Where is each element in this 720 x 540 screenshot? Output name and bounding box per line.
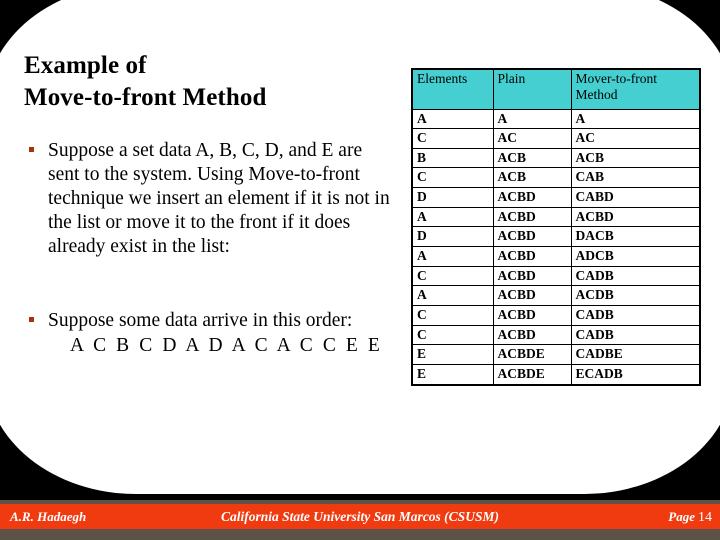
cell-plain: ACBD: [492, 285, 572, 307]
move-to-front-table-container: Elements Plain Mover-to-front Method AAA…: [411, 68, 701, 386]
cell-plain: ACBD: [492, 187, 572, 208]
table-header: Elements Plain Mover-to-front Method: [411, 68, 701, 110]
cell-mover-to-front: AC: [570, 128, 701, 149]
page-title: Example of Move-to-front Method: [24, 50, 396, 113]
cell-plain: AC: [492, 128, 572, 149]
cell-mover-to-front: CADB: [570, 265, 701, 287]
table-body: A A A C AC AC B ACB ACB C ACB CAB D ACBD CABD A ACBD ACBD…: [411, 108, 701, 386]
footer-page-number: 14: [698, 510, 712, 525]
table-header-row: Elements Plain Mover-to-front Method: [411, 68, 701, 110]
cell-mover-to-front: DACB: [570, 226, 701, 248]
cell-elements: D: [411, 226, 494, 248]
cell-plain: ACBD: [492, 206, 572, 228]
table-row: B ACB ACB: [411, 147, 701, 169]
cell-mover-to-front: ACB: [570, 147, 701, 169]
slide-canvas: Example of Move-to-front Method Suppose …: [0, 0, 720, 540]
cell-mover-to-front: ACBD: [570, 206, 701, 228]
page-title-line-1: Example of: [24, 52, 147, 79]
bullet-dot-icon: [29, 147, 34, 152]
cell-elements: C: [411, 324, 494, 346]
cell-elements: D: [411, 187, 494, 208]
bullet-spacer: [24, 263, 396, 309]
cell-plain: ACBD: [492, 305, 572, 326]
footer-page-label: Page: [668, 509, 695, 524]
cell-mover-to-front: A: [570, 108, 701, 130]
cell-mover-to-front: CADBE: [570, 344, 701, 366]
move-to-front-table: Elements Plain Mover-to-front Method AAA…: [411, 68, 701, 386]
table-row: A ACBD ACDB: [411, 285, 701, 307]
cell-mover-to-front: CABD: [570, 187, 701, 208]
cell-elements: C: [411, 167, 494, 189]
cell-plain: ACBD: [492, 265, 572, 287]
list-item: Suppose a set data A, B, C, D, and E are…: [24, 139, 396, 259]
table-row: C ACBD CADB: [411, 265, 701, 287]
cell-elements: A: [411, 206, 494, 228]
table-row: D ACBD CABD: [411, 187, 701, 208]
table-row: AAA: [411, 108, 701, 130]
column-header-mover-to-front: Mover-to-front Method: [570, 68, 701, 110]
input-sequence: A C B C D A D A C A C C E E: [70, 335, 383, 357]
bullet-text-1: Suppose a set data A, B, C, D, and E are…: [48, 140, 390, 258]
table-row: C ACBD CADB: [411, 305, 701, 326]
table-row: C AC AC: [411, 128, 701, 149]
cell-mover-to-front: CADB: [570, 324, 701, 346]
table-row: E ACBDE ECADB: [411, 364, 701, 386]
column-header-plain: Plain: [492, 68, 572, 110]
cell-mover-to-front: CADB: [570, 305, 701, 326]
cell-elements: E: [411, 364, 494, 386]
cell-plain: ACBD: [492, 226, 572, 248]
cell-plain: ACB: [492, 167, 572, 189]
cell-elements: A: [411, 246, 494, 267]
cell-elements: B: [411, 147, 494, 169]
table-row: A ACBD ACBD: [411, 206, 701, 228]
footer-page-indicator: Page 14: [668, 504, 712, 529]
table-row: D ACBD DACB: [411, 226, 701, 248]
list-item: Suppose some data arrive in this order: …: [24, 309, 396, 358]
slide-body: Example of Move-to-front Method Suppose …: [0, 0, 720, 494]
cell-plain: A: [492, 108, 572, 130]
cell-elements: C: [411, 265, 494, 287]
cell-elements: A: [411, 108, 494, 130]
column-header-elements: Elements: [411, 68, 494, 110]
cell-mover-to-front: ECADB: [570, 364, 701, 386]
table-row: A ACBD ADCB: [411, 246, 701, 267]
table-row: E ACBDE CADBE: [411, 344, 701, 366]
cell-mover-to-front: CAB: [570, 167, 701, 189]
table-row: C ACBD CADB: [411, 324, 701, 346]
cell-plain: ACBD: [492, 246, 572, 267]
cell-elements: C: [411, 128, 494, 149]
footer-institution: California State University San Marcos (…: [221, 509, 499, 524]
cell-elements: C: [411, 305, 494, 326]
cell-elements: A: [411, 285, 494, 307]
bullet-dot-icon: [29, 317, 34, 323]
bullet-text-2: Suppose some data arrive in this order:: [48, 310, 353, 332]
table-row: C ACB CAB: [411, 167, 701, 189]
left-column: Example of Move-to-front Method Suppose …: [24, 50, 396, 363]
cell-elements: E: [411, 344, 494, 366]
cell-mover-to-front: ADCB: [570, 246, 701, 267]
cell-plain: ACBDE: [492, 344, 572, 366]
page-title-line-2: Move-to-front Method: [24, 83, 267, 111]
cell-plain: ACB: [492, 147, 572, 169]
cell-plain: ACBDE: [492, 364, 572, 386]
bullet-list: Suppose a set data A, B, C, D, and E are…: [24, 139, 396, 359]
footer-bottom-divider: [0, 529, 720, 540]
cell-plain: ACBD: [492, 324, 572, 346]
cell-mover-to-front: ACDB: [570, 285, 701, 307]
